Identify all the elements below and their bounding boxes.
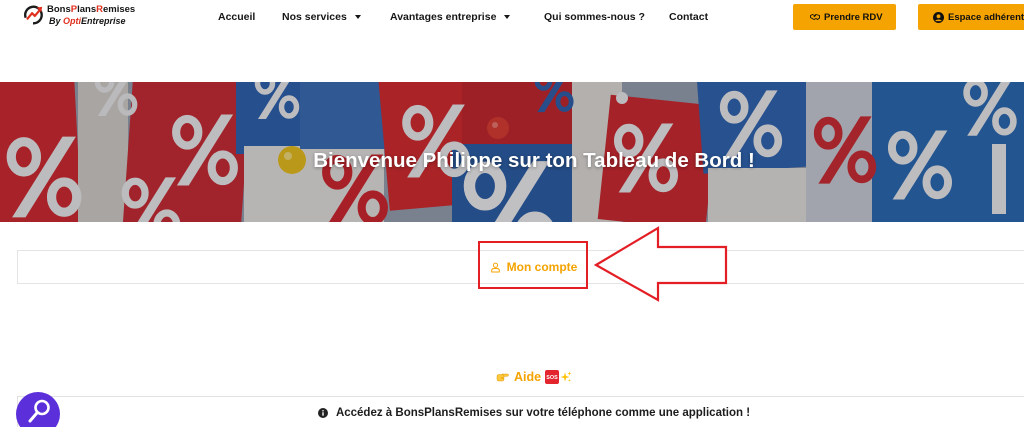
site-logo[interactable]: BonsPlansRemises By OptiEntreprise: [22, 3, 142, 29]
logo-title: BonsPlansRemises: [47, 4, 135, 15]
member-area-button[interactable]: Espace adhérent: [918, 4, 1024, 30]
sparkles-icon: [560, 371, 572, 382]
magnifier-icon: [16, 392, 60, 427]
logo-subtitle-part: Opti: [63, 16, 82, 26]
member-area-label: Espace adhérent: [948, 11, 1024, 23]
nav-item-accueil[interactable]: Accueil: [218, 10, 255, 24]
sos-badge-text: SOS: [546, 375, 558, 381]
nav-item-contact[interactable]: Contact: [669, 10, 708, 24]
annotation-arrow-left-icon: [594, 226, 728, 302]
sos-icon: SOS: [545, 369, 560, 384]
user-circle-icon: [933, 11, 944, 23]
logo-subtitle-part: Entreprise: [81, 16, 126, 26]
nav-item-label: Qui sommes-nous ?: [544, 11, 645, 23]
caret-down-icon: [504, 15, 511, 19]
help-section: Aide SOS: [44, 368, 1024, 385]
nav-item-nos-services[interactable]: Nos services: [282, 10, 361, 24]
logo-title-part: emises: [102, 4, 136, 15]
info-circle-icon: [317, 408, 328, 418]
pointing-hand-icon: [496, 373, 509, 381]
logo-title-part: R: [96, 4, 103, 15]
nav-item-label: Contact: [669, 11, 709, 23]
install-app-text: Accédez à BonsPlansRemises sur votre tél…: [335, 407, 751, 419]
book-appointment-button[interactable]: Prendre RDV: [793, 4, 896, 30]
help-link[interactable]: Aide: [514, 370, 541, 384]
handshake-icon: [810, 14, 820, 20]
book-appointment-label: Prendre RDV: [824, 11, 883, 23]
annotation-highlight-box: [478, 241, 588, 289]
nav-item-avantages-entreprise[interactable]: Avantages entreprise: [390, 10, 511, 24]
nav-item-label: Accueil: [218, 11, 256, 23]
logo-subtitle-part: By: [49, 16, 64, 26]
caret-down-icon: [354, 15, 361, 19]
install-app-notice: Accédez à BonsPlansRemises sur votre tél…: [17, 396, 1024, 427]
nav-item-label: Nos services: [282, 11, 347, 23]
logo-title-part: lans: [77, 4, 97, 15]
site-header: BonsPlansRemises By OptiEntreprise Accue…: [0, 0, 1024, 45]
hero-title: Bienvenue Philippe sur ton Tableau de Bo…: [313, 149, 755, 172]
nav-item-qui-sommes-nous[interactable]: Qui sommes-nous ?: [544, 10, 645, 24]
nav-item-label: Avantages entreprise: [390, 11, 497, 23]
hero-banner: Bienvenue Philippe sur ton Tableau de Bo…: [0, 82, 1024, 222]
logo-subtitle: By OptiEntreprise: [49, 16, 126, 27]
growth-arrow-logo-icon: [24, 5, 43, 25]
floating-search-widget-button[interactable]: [16, 392, 60, 427]
logo-title-part: Bons: [47, 4, 71, 15]
